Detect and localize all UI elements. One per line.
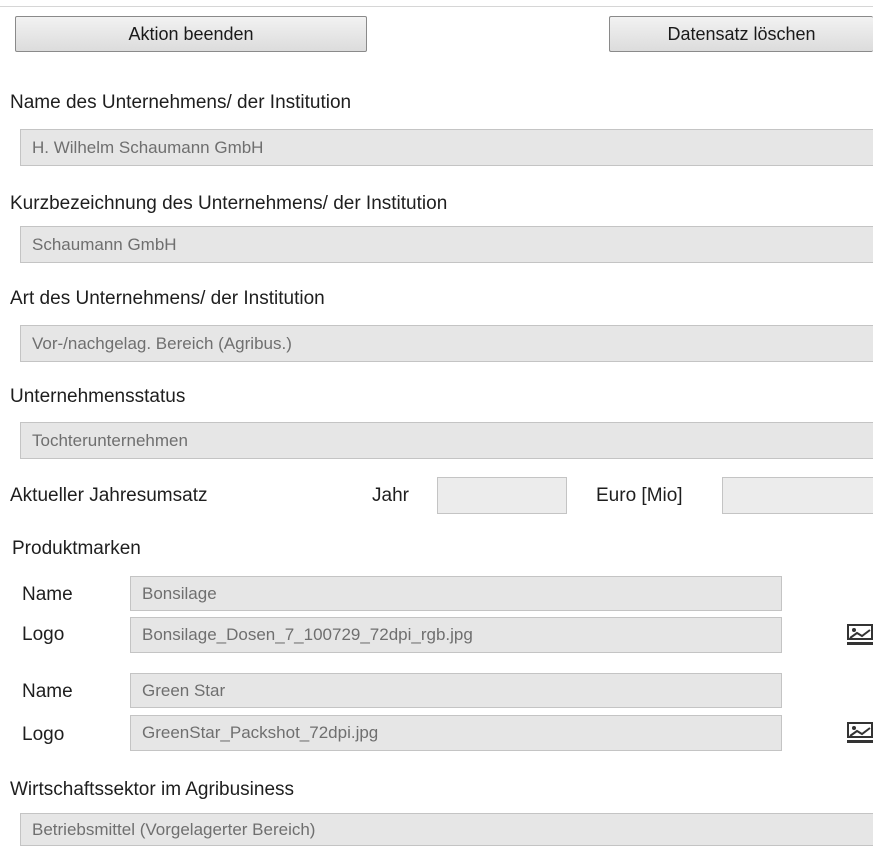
company-short-name-label: Kurzbezeichnung des Unternehmens/ der In… [10,193,448,214]
brand-logo-label: Logo [22,624,65,645]
top-divider [0,6,873,7]
company-name-field[interactable]: H. Wilhelm Schaumann GmbH [20,129,873,166]
revenue-year-input[interactable] [437,477,567,514]
brand-name-field[interactable]: Bonsilage [130,576,782,611]
company-type-label: Art des Unternehmens/ der Institution [10,288,325,309]
image-icon[interactable] [847,722,873,744]
annual-revenue-label: Aktueller Jahresumsatz [10,485,208,506]
revenue-year-label: Jahr [372,485,409,506]
revenue-euro-input[interactable] [722,477,873,514]
brand-logo-field[interactable]: Bonsilage_Dosen_7_100729_72dpi_rgb.jpg [130,617,782,653]
brand-logo-field[interactable]: GreenStar_Packshot_72dpi.jpg [130,715,782,751]
revenue-euro-label: Euro [Mio] [596,485,683,506]
brand-name-label: Name [22,681,73,702]
company-status-field[interactable]: Tochterunternehmen [20,422,873,459]
company-status-label: Unternehmensstatus [10,386,186,407]
company-name-label: Name des Unternehmens/ der Institution [10,92,352,113]
brand-logo-label: Logo [22,724,65,745]
image-icon[interactable] [847,624,873,646]
brands-section-label: Produktmarken [12,538,141,559]
end-action-button[interactable]: Aktion beenden [15,16,367,52]
delete-record-button[interactable]: Datensatz löschen [609,16,873,52]
company-short-name-field[interactable]: Schaumann GmbH [20,226,873,263]
sector-field[interactable]: Betriebsmittel (Vorgelagerter Bereich) [20,813,873,846]
brand-name-label: Name [22,584,73,605]
sector-label: Wirtschaftssektor im Agribusiness [10,779,295,800]
company-type-field[interactable]: Vor-/nachgelag. Bereich (Agribus.) [20,325,873,362]
brand-name-field[interactable]: Green Star [130,673,782,708]
company-record-form: Aktion beenden Datensatz löschen Name de… [0,0,873,846]
